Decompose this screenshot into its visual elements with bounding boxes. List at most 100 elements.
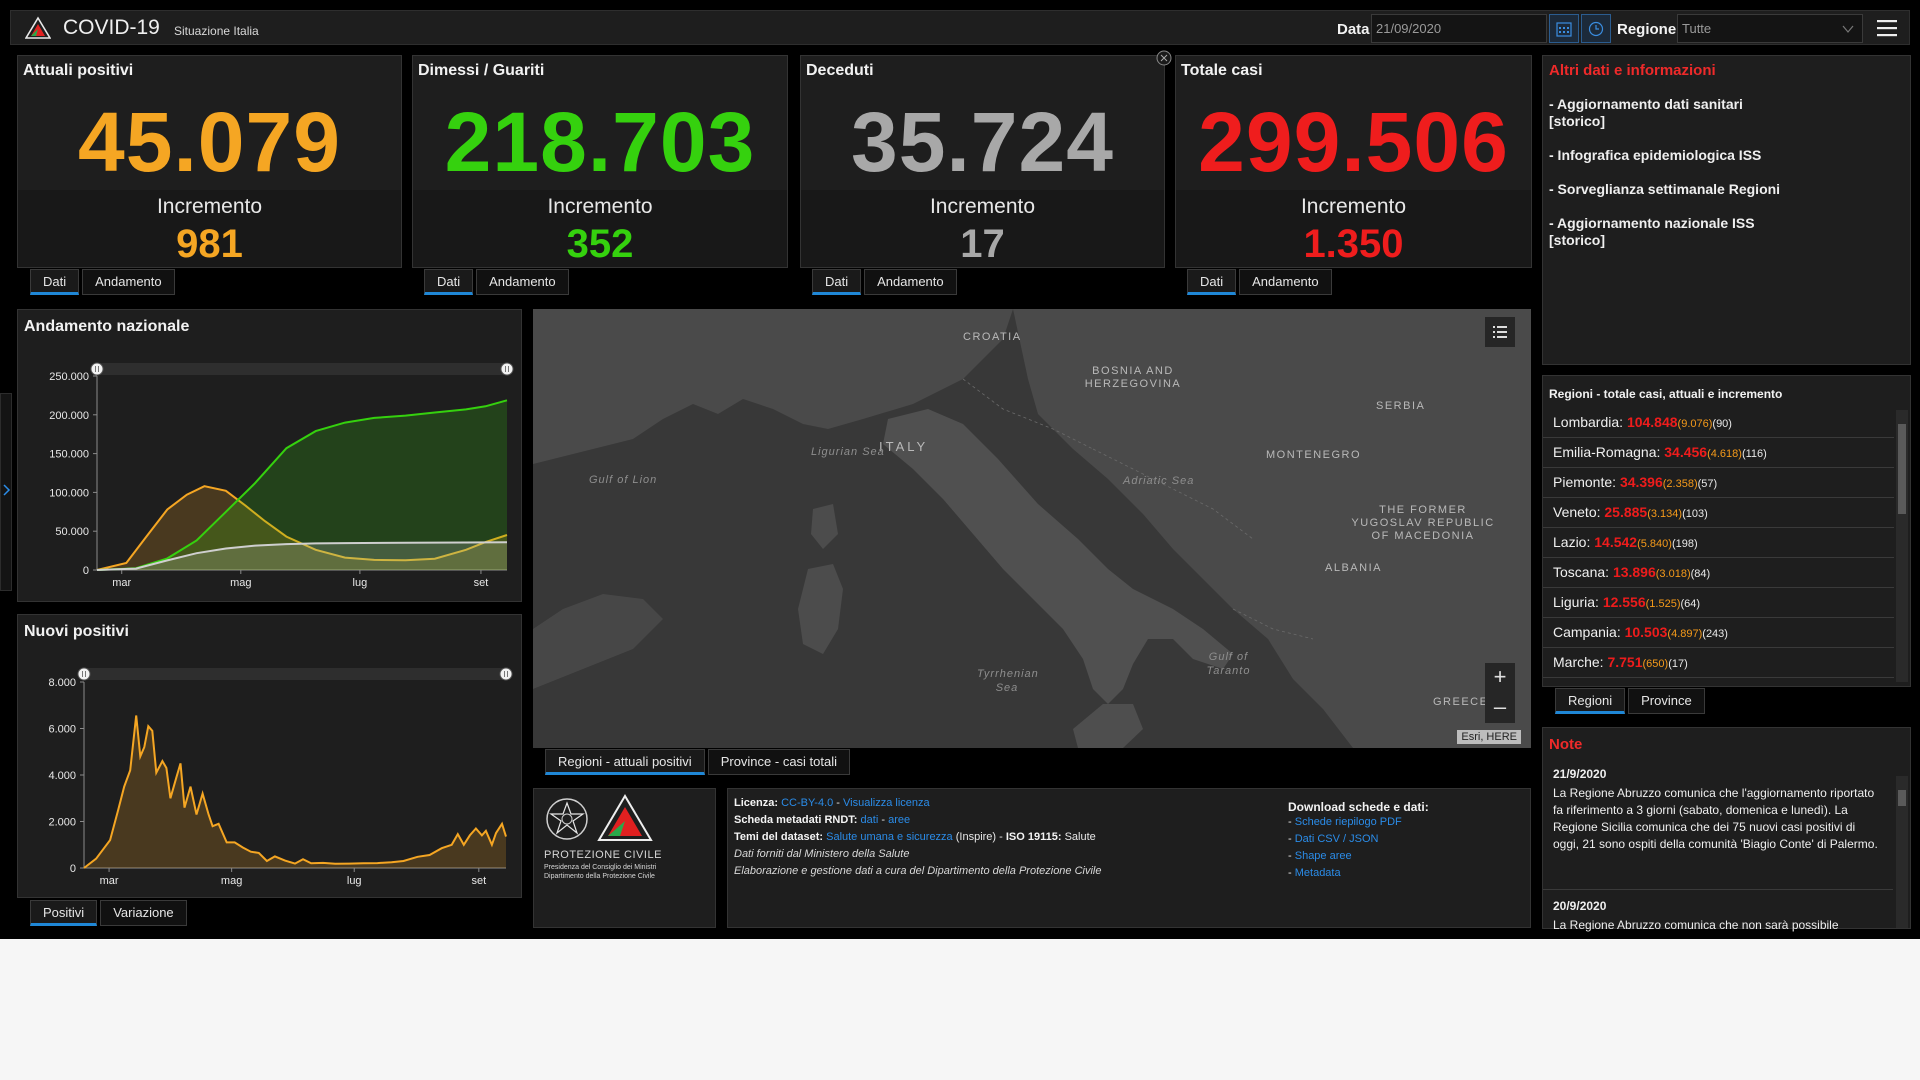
chevron-down-icon (1842, 25, 1854, 33)
notes-scrollbar[interactable] (1896, 776, 1908, 928)
download-item: - Shape aree (1288, 850, 1352, 862)
region-row[interactable]: Marche: 7.751(650)(17) (1543, 648, 1894, 678)
map-label-montenegro: MONTENEGRO (1266, 449, 1362, 461)
note-date: 20/9/2020 (1553, 899, 1607, 913)
tab-andamento[interactable]: Andamento (82, 269, 175, 295)
expand-icon[interactable] (1156, 50, 1172, 66)
kpi-increment-value: 981 (176, 222, 243, 266)
kpi-increment-label: Incremento (929, 195, 1036, 218)
tab-regioni-attuali-positivi[interactable]: Regioni - attuali positivi (545, 749, 705, 775)
region-current: (4.618) (1707, 448, 1742, 460)
region-row[interactable]: Emilia-Romagna: 34.456(4.618)(116) (1543, 438, 1894, 468)
dataset-theme-link[interactable]: Salute umana e sicurezza (826, 831, 953, 843)
region-increment: (64) (1680, 598, 1701, 610)
region-row[interactable]: Veneto: 25.885(3.134)(103) (1543, 498, 1894, 528)
region-current: (9.076) (1677, 418, 1713, 430)
tab-dati[interactable]: Dati (424, 269, 474, 295)
download-link-csv[interactable]: Dati CSV / JSON (1295, 833, 1379, 845)
map-label-croatia: CROATIA (963, 331, 1022, 343)
app-title: COVID-19 (63, 16, 160, 39)
region-current: (5.840) (1637, 538, 1672, 550)
region-row[interactable]: Campania: 10.503(4.897)(243) (1543, 618, 1894, 648)
tab-dati[interactable]: Dati (812, 269, 862, 295)
region-select[interactable]: Tutte (1677, 14, 1863, 43)
tab-province[interactable]: Province (1628, 688, 1705, 714)
protezione-civile-name: PROTEZIONE CIVILE (544, 849, 662, 861)
region-increment: (116) (1741, 448, 1767, 460)
x-tick-label: set (471, 875, 486, 887)
download-link-pdf[interactable]: Schede riepilogo PDF (1295, 816, 1402, 828)
region-current: (1.525) (1645, 598, 1681, 610)
license-link-view[interactable]: Visualizza licenza (843, 797, 930, 809)
calendar-button[interactable] (1549, 14, 1579, 43)
dataset-theme-inspire: (Inspire) - (952, 831, 1006, 843)
side-panel-handle[interactable] (0, 393, 12, 591)
region-row[interactable]: Lazio: 14.542(5.840)(198) (1543, 528, 1894, 558)
region-row[interactable]: Toscana: 13.896(3.018)(84) (1543, 558, 1894, 588)
zoom-in-button[interactable]: + (1485, 663, 1515, 693)
separator: - (878, 814, 889, 826)
kpi-increment-box: Incremento 17 (801, 190, 1164, 267)
region-row[interactable]: Liguria: 12.556(1.525)(64) (1543, 588, 1894, 618)
map-legend-button[interactable] (1485, 317, 1515, 347)
tab-dati[interactable]: Dati (30, 269, 80, 295)
national-trend-panel: Andamento nazionale 0 50.000 100.000 150.00… (17, 309, 522, 602)
y-tick-label: 50.000 (55, 526, 89, 538)
kpi-title: Totale casi (1181, 62, 1263, 79)
tab-andamento[interactable]: Andamento (476, 269, 569, 295)
date-input[interactable]: 21/09/2020 (1371, 14, 1547, 43)
range-slider-end-handle[interactable] (500, 362, 514, 376)
chevron-right-icon (3, 484, 11, 496)
kpi-increment-box: Incremento 1.350 (1176, 190, 1531, 267)
metadata-link-dati[interactable]: dati (861, 814, 879, 826)
info-panel: Altri dati e informazioni - Aggiornament… (1542, 55, 1911, 365)
range-slider-end-handle[interactable] (499, 667, 513, 681)
map-view[interactable]: CROATIA BOSNIA AND HERZEGOVINA SERBIA IT… (533, 309, 1531, 748)
region-current: (2.358) (1662, 478, 1698, 490)
kpi-dimessi-guariti: Dimessi / Guariti 218.703 Incremento 352 (412, 55, 788, 268)
kpi-value: 45.079 (78, 95, 341, 189)
hamburger-menu-icon[interactable] (1875, 17, 1899, 39)
scroll-thumb[interactable] (1898, 790, 1906, 806)
region-row[interactable]: Lombardia: 104.848(9.076)(90) (1543, 408, 1894, 438)
zoom-out-button[interactable]: – (1485, 693, 1515, 723)
license-line: Licenza: CC-BY-4.0 - Visualizza licenza (734, 797, 930, 809)
range-slider-start-handle[interactable] (90, 362, 104, 376)
license-link-cc[interactable]: CC-BY-4.0 (781, 797, 833, 809)
region-increment: (84) (1690, 568, 1711, 580)
new-positives-chart: 0 2.000 4.000 6.000 8.000 mar mag lug set (48, 667, 513, 887)
download-link-shape[interactable]: Shape aree (1295, 850, 1352, 862)
iso-value: Salute (1061, 831, 1096, 843)
kpi-increment-value: 1.350 (1303, 222, 1404, 266)
range-slider-start-handle[interactable] (77, 667, 91, 681)
tab-andamento[interactable]: Andamento (864, 269, 957, 295)
region-name: Piemonte: (1553, 474, 1617, 490)
note-item: 21/9/2020 La Regione Abruzzo comunica ch… (1553, 766, 1883, 853)
info-link-sorveglianza[interactable]: - Sorveglianza settimanale Regioni (1549, 181, 1902, 198)
region-row[interactable]: Piemonte: 34.396(2.358)(57) (1543, 468, 1894, 498)
info-link-aggiornamento-iss[interactable]: - Aggiornamento nazionale ISS [storico] (1549, 215, 1779, 249)
regions-panel: Regioni - totale casi, attuali e increme… (1542, 375, 1911, 687)
info-list: - Aggiornamento dati sanitari [storico] … (1549, 96, 1902, 266)
kpi-value: 218.703 (444, 95, 756, 189)
tab-variazione[interactable]: Variazione (100, 900, 187, 926)
scroll-thumb[interactable] (1898, 424, 1906, 514)
tab-dati[interactable]: Dati (1187, 269, 1237, 295)
info-link-infografica[interactable]: - Infografica epidemiologica ISS (1549, 147, 1902, 164)
x-tick-label: mag (230, 577, 251, 589)
note-divider (1543, 889, 1893, 890)
time-button[interactable] (1581, 14, 1611, 43)
info-link-aggiornamento-dati[interactable]: - Aggiornamento dati sanitari [storico] (1549, 96, 1759, 130)
regions-scrollbar[interactable] (1896, 410, 1908, 682)
tab-province-casi-totali[interactable]: Province - casi totali (707, 749, 851, 775)
region-current: (650) (1642, 658, 1669, 670)
download-link-metadata[interactable]: Metadata (1295, 867, 1341, 879)
regions-list[interactable]: Lombardia: 104.848(9.076)(90) Emilia-Roma… (1543, 408, 1894, 684)
tab-andamento[interactable]: Andamento (1239, 269, 1332, 295)
tab-regioni[interactable]: Regioni (1555, 688, 1626, 714)
tab-positivi[interactable]: Positivi (30, 900, 98, 926)
metadata-link-aree[interactable]: aree (888, 814, 910, 826)
kpi-increment-value: 17 (960, 222, 1005, 266)
y-tick-label: 200.000 (49, 410, 89, 422)
y-tick-label: 8.000 (48, 677, 76, 689)
